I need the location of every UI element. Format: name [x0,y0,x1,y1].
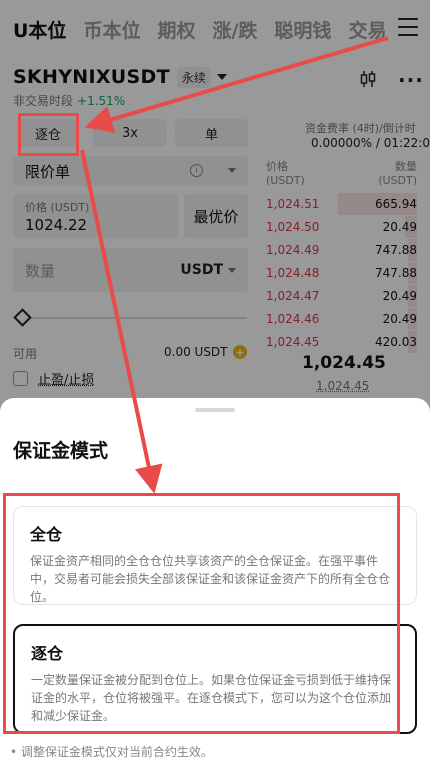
options-highlight [3,493,400,734]
sheet-footnote: • 调整保证金模式仅对当前合约生效。 [10,743,213,760]
sheet-title: 保证金模式 [13,436,108,463]
sheet-grabber[interactable] [195,408,235,412]
margin-mode-highlight [18,113,79,156]
